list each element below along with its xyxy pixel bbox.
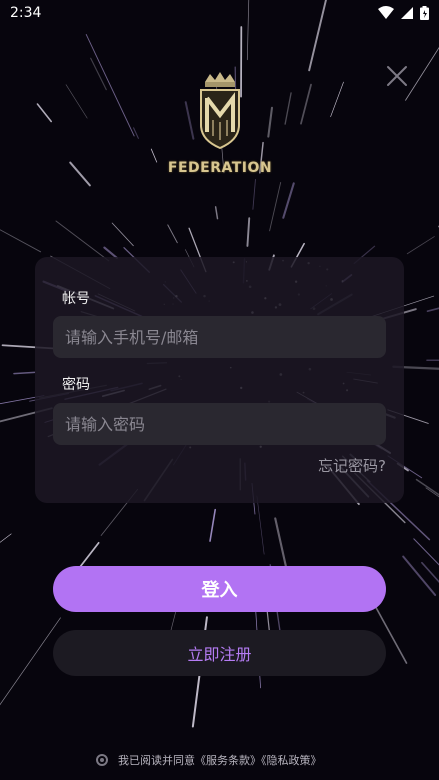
account-input[interactable] xyxy=(53,316,386,358)
star-streak xyxy=(85,34,135,137)
brand-name: FEDERATION xyxy=(167,160,273,176)
login-button[interactable]: 登入 xyxy=(53,566,386,612)
close-icon[interactable] xyxy=(385,64,409,88)
brand-logo: FEDERATION xyxy=(165,70,275,185)
star-streak xyxy=(300,83,312,125)
star-streak xyxy=(150,148,158,163)
star-streak xyxy=(421,561,439,583)
agreement-radio[interactable] xyxy=(96,754,108,766)
star-streak xyxy=(36,103,53,123)
password-input[interactable] xyxy=(53,403,386,445)
star-streak xyxy=(284,92,292,125)
battery-icon xyxy=(420,6,429,20)
star-streak xyxy=(426,307,439,313)
star-streak xyxy=(111,222,134,247)
star-streak xyxy=(282,182,295,219)
star-streak xyxy=(90,57,107,91)
wifi-icon xyxy=(378,6,394,19)
star-streak xyxy=(425,487,439,498)
register-button[interactable]: 立即注册 xyxy=(53,630,386,676)
star-streak xyxy=(133,127,139,139)
star-streak xyxy=(65,84,88,119)
star-streak xyxy=(55,220,110,262)
star-streak xyxy=(0,617,61,706)
account-label: 帐号 xyxy=(62,291,90,307)
signal-icon xyxy=(401,7,413,19)
star-streak xyxy=(167,224,178,244)
star-streak xyxy=(330,81,344,118)
star-streak xyxy=(0,229,42,253)
crown-shield-icon xyxy=(200,72,240,150)
agreement-text[interactable]: 我已阅读并同意《服务条款》《隐私政策》 xyxy=(118,752,322,768)
star-streak xyxy=(402,555,437,597)
star-streak xyxy=(214,206,219,220)
star-streak xyxy=(415,478,439,496)
star-streak xyxy=(0,533,12,543)
star-streak xyxy=(246,217,251,247)
star-streak xyxy=(406,236,435,255)
password-label: 密码 xyxy=(62,377,90,393)
star-streak xyxy=(13,371,36,375)
agreement-row: 我已阅读并同意《服务条款》《隐私政策》 xyxy=(96,752,322,768)
star-streak xyxy=(405,47,439,101)
star-streak xyxy=(209,508,217,542)
star-streak xyxy=(256,495,265,555)
star-streak xyxy=(269,181,282,232)
star-streak xyxy=(69,161,91,187)
status-time: 2:34 xyxy=(10,5,42,21)
forgot-password-link[interactable]: 忘记密码? xyxy=(318,455,386,476)
status-bar: 2:34 xyxy=(0,0,439,26)
